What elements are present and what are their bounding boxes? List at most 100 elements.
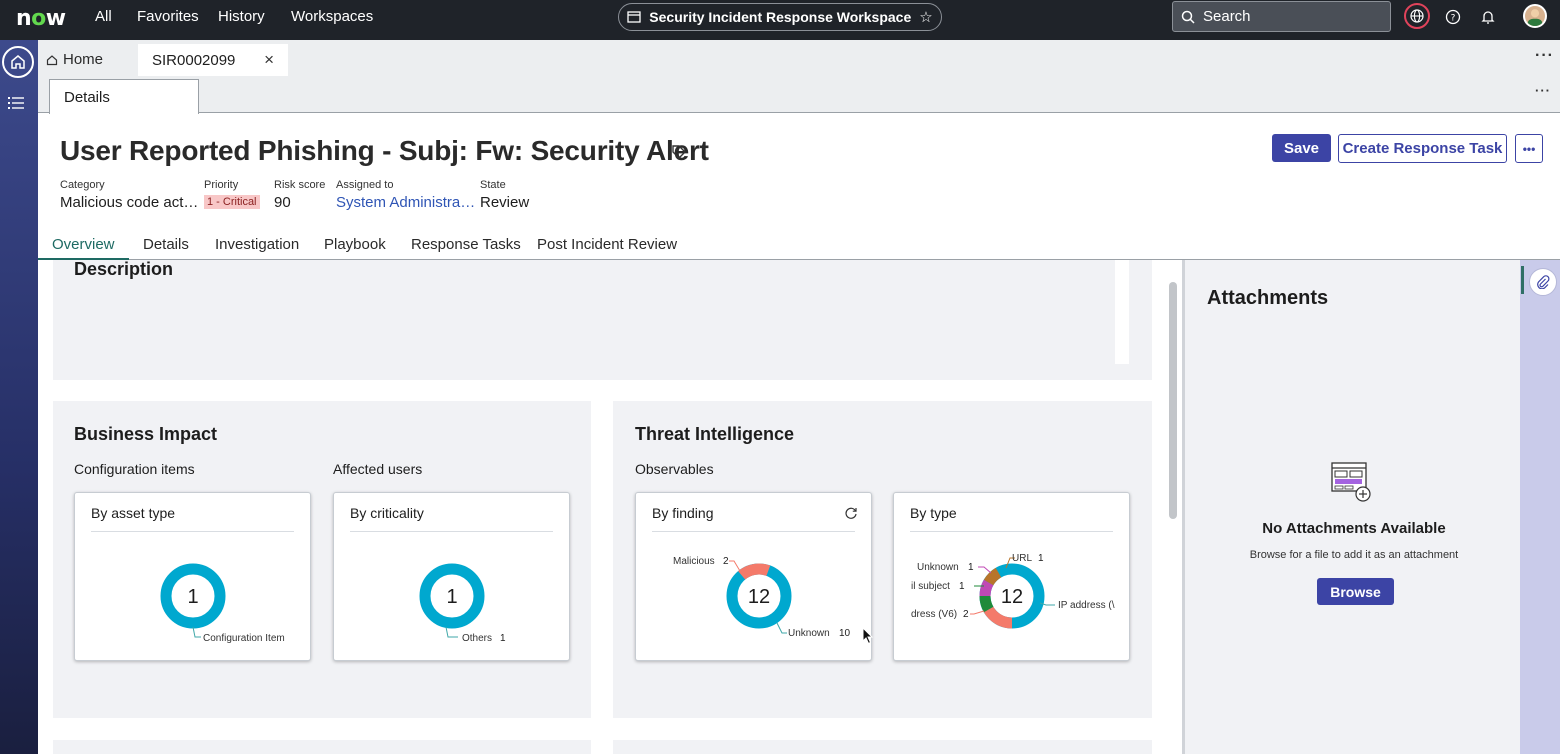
donut-legend-label: Others <box>462 633 492 644</box>
contextual-sidebar <box>1520 260 1560 754</box>
donut-label-unknown: Unknown <box>917 562 959 573</box>
donut-label-ip-v6: dress (V6) <box>911 609 957 620</box>
description-card: Description <box>53 260 1152 380</box>
nav-workspaces[interactable]: Workspaces <box>291 8 373 25</box>
tab-home-label: Home <box>63 51 104 68</box>
description-title: Description <box>74 260 174 279</box>
category-value: Malicious code act… <box>60 194 199 211</box>
field-state: State Review <box>480 179 529 211</box>
tab-details[interactable]: Details <box>143 236 189 253</box>
nav-favorites[interactable]: Favorites <box>137 8 199 25</box>
donut-label-ip-address: IP address (\ <box>1058 600 1115 611</box>
category-label: Category <box>60 179 105 191</box>
no-attachments-description: Browse for a file to add it as an attach… <box>1249 549 1459 561</box>
tab-response-tasks[interactable]: Response Tasks <box>411 236 521 253</box>
overview-content[interactable]: Description Business Impact Configuratio… <box>38 260 1180 754</box>
donut-label-url: URL <box>1012 553 1032 564</box>
donut-label-malicious: Malicious <box>673 556 715 567</box>
nav-history[interactable]: History <box>218 8 265 25</box>
by-type-widget[interactable]: By type 12 Unknown 1 URL 1 il subject 1 <box>893 492 1130 661</box>
attachments-panel: Attachments No Attachments Available Bro… <box>1182 260 1520 754</box>
by-criticality-widget[interactable]: By criticality 1 Others 1 <box>333 492 570 661</box>
donut-count-url: 1 <box>1038 553 1044 564</box>
affected-users-label: Affected users <box>333 461 423 477</box>
global-search[interactable]: Search <box>1172 1 1391 32</box>
more-options-icon[interactable]: ··· <box>1535 83 1551 98</box>
assigned-to-label: Assigned to <box>336 179 394 191</box>
donut-label-email-subject: il subject <box>911 581 950 592</box>
configuration-items-label: Configuration items <box>74 461 195 477</box>
business-impact-card: Business Impact Configuration items Affe… <box>53 401 591 718</box>
workspace-title-pill[interactable]: Security Incident Response Workspace ☆ <box>618 3 942 31</box>
tab-home[interactable]: Home <box>46 51 103 68</box>
donut-count-ip-v6: 2 <box>963 609 969 620</box>
tab-overview[interactable]: Overview <box>38 236 128 261</box>
threat-intelligence-title: Threat Intelligence <box>635 424 795 444</box>
more-actions-button[interactable]: ••• <box>1515 134 1543 163</box>
record-tabs: Overview Details Investigation Playbook … <box>38 229 1560 261</box>
attachments-title: Attachments <box>1207 287 1329 309</box>
priority-label: Priority <box>204 179 239 191</box>
left-rail <box>0 40 38 754</box>
legend-leader-line <box>970 610 985 615</box>
donut-count-unknown: 1 <box>968 562 974 573</box>
donut-legend-count: 1 <box>500 633 506 644</box>
legend-leader-line <box>776 622 787 634</box>
donut-total: 12 <box>1001 586 1023 608</box>
by-criticality-donut[interactable]: 1 Others 1 <box>334 493 571 662</box>
state-label: State <box>480 179 506 191</box>
tab-record[interactable]: SIR0002099 × <box>138 44 288 76</box>
empty-attachments-icon <box>1331 462 1371 502</box>
user-avatar[interactable] <box>1523 4 1547 28</box>
nav-all[interactable]: All <box>95 8 112 25</box>
risk-score-value: 90 <box>274 194 291 211</box>
by-asset-type-donut[interactable]: 1 Configuration Item <box>75 493 312 662</box>
priority-badge: 1 - Critical <box>204 195 260 209</box>
tab-playbook[interactable]: Playbook <box>324 236 386 253</box>
donut-total: 1 <box>446 586 457 608</box>
legend-leader-line <box>978 566 992 574</box>
tag-icon[interactable] <box>671 144 687 160</box>
content-scrollbar-thumb[interactable] <box>1169 282 1177 519</box>
tab-investigation[interactable]: Investigation <box>215 236 299 253</box>
help-icon[interactable]: ? <box>1441 5 1465 29</box>
next-card-left <box>53 740 591 754</box>
favorite-star-icon[interactable]: ☆ <box>919 8 932 26</box>
by-type-donut[interactable]: 12 Unknown 1 URL 1 il subject 1 dress (V… <box>894 493 1131 662</box>
home-icon[interactable] <box>2 46 34 78</box>
donut-total: 12 <box>748 586 770 608</box>
paperclip-icon[interactable] <box>1529 268 1557 296</box>
assigned-to-link[interactable]: System Administra… <box>336 194 475 211</box>
field-priority: Priority 1 - Critical <box>204 179 260 210</box>
threat-intelligence-card: Threat Intelligence Observables By findi… <box>613 401 1152 718</box>
home-icon <box>46 54 58 65</box>
workspace-icon <box>627 11 641 23</box>
donut-count-malicious: 2 <box>723 556 729 567</box>
mouse-cursor-icon <box>862 627 874 645</box>
description-scrollbar[interactable] <box>1115 260 1129 364</box>
more-tabs-icon[interactable]: ··· <box>1535 47 1554 65</box>
legend-leader-line <box>192 626 201 638</box>
donut-label-unknown: Unknown <box>788 628 830 639</box>
servicenow-logo[interactable]: now <box>16 6 66 31</box>
tab-post-incident-review[interactable]: Post Incident Review <box>537 236 677 253</box>
donut-count-unknown: 10 <box>839 628 851 639</box>
by-finding-widget[interactable]: By finding 12 Malicious 2 Unknown 10 <box>635 492 872 661</box>
globe-icon[interactable] <box>1404 3 1430 29</box>
observables-label: Observables <box>635 461 714 477</box>
by-asset-type-widget[interactable]: By asset type 1 Configuration Item <box>74 492 311 661</box>
top-navigation: now All Favorites History Workspaces Sec… <box>0 0 1560 40</box>
list-icon[interactable] <box>8 96 26 115</box>
save-button[interactable]: Save <box>1272 134 1331 162</box>
browse-button[interactable]: Browse <box>1317 578 1394 605</box>
tab-details-page[interactable]: Details <box>49 79 199 114</box>
notification-bell-icon[interactable] <box>1476 5 1500 29</box>
donut-total: 1 <box>187 586 198 608</box>
next-card-right <box>613 740 1152 754</box>
record-title: User Reported Phishing - Subj: Fw: Secur… <box>60 135 709 166</box>
by-finding-donut[interactable]: 12 Malicious 2 Unknown 10 <box>636 493 873 662</box>
search-icon <box>1181 10 1195 24</box>
create-response-task-button[interactable]: Create Response Task <box>1338 134 1507 163</box>
close-icon[interactable]: × <box>264 50 274 70</box>
active-indicator <box>1521 266 1524 294</box>
